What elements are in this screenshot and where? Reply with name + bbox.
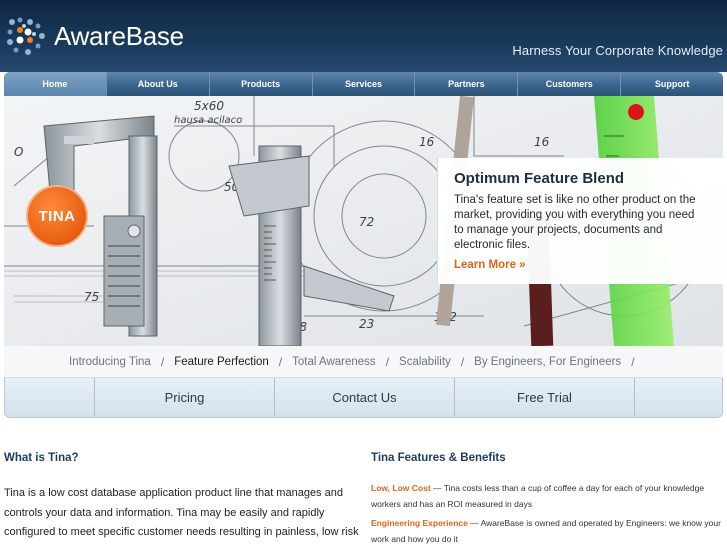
logo[interactable]: AwareBase <box>4 14 184 58</box>
benefit-label: Engineering Experience <box>371 518 468 528</box>
nav-about-us[interactable]: About Us <box>107 72 210 96</box>
sketch-label: hausa acilaco <box>174 115 242 126</box>
tina-badge: TINA <box>26 185 88 247</box>
section-body: Low, Low Cost — Tina costs less than a c… <box>371 480 721 545</box>
subnav-separator: / <box>385 354 390 369</box>
subnav-separator: / <box>460 354 465 369</box>
section-body: Tina is a low cost database application … <box>4 487 359 538</box>
site-header: AwareBase Harness Your Corporate Knowled… <box>0 0 727 72</box>
subnav-separator: / <box>631 354 635 369</box>
pricing-button[interactable]: Pricing <box>95 378 275 417</box>
what-is-tina-section: What is Tina? Tina is a low cost databas… <box>4 452 359 543</box>
section-heading: What is Tina? <box>4 452 79 464</box>
contact-us-button[interactable]: Contact Us <box>275 378 455 417</box>
subnav-total-awareness[interactable]: Total Awareness <box>292 356 376 368</box>
main-nav: Home About Us Products Services Partners… <box>4 72 723 96</box>
learn-more-link[interactable]: Learn More » <box>454 259 705 271</box>
subnav-introducing-tina[interactable]: Introducing Tina <box>69 356 151 368</box>
hero-banner: 5x60 hausa acilaco 50 16 16 72 75 25 162… <box>4 96 723 346</box>
benefit-item: Low, Low Cost — Tina costs less than a c… <box>371 480 721 512</box>
benefit-label: Low, Low Cost <box>371 483 431 493</box>
tagline: Harness Your Corporate Knowledge <box>512 43 723 58</box>
nav-partners[interactable]: Partners <box>415 72 519 96</box>
nav-customers[interactable]: Customers <box>518 72 622 96</box>
sketch-label: 23 <box>359 317 374 331</box>
nav-home[interactable]: Home <box>4 72 107 96</box>
benefit-item: Engineering Experience — AwareBase is ow… <box>371 515 721 545</box>
logo-text: AwareBase <box>54 20 184 51</box>
logo-dots-icon <box>7 17 45 55</box>
subnav-separator: / <box>278 354 283 369</box>
sketch-label: 16 <box>419 135 435 149</box>
subnav-feature-perfection[interactable]: Feature Perfection <box>174 356 269 368</box>
nav-products[interactable]: Products <box>210 72 313 96</box>
sketch-label: 72 <box>359 215 374 229</box>
feature-description: Tina's feature set is like no other prod… <box>454 194 696 251</box>
subnav-separator: / <box>160 354 165 369</box>
features-benefits-section: Tina Features & Benefits Low, Low Cost —… <box>371 452 721 545</box>
cta-spacer <box>5 378 95 417</box>
sketch-label: O <box>14 145 23 159</box>
nav-support[interactable]: Support <box>621 72 723 96</box>
feature-callout: Optimum Feature Blend Tina's feature set… <box>437 158 723 284</box>
cta-bar: Pricing Contact Us Free Trial <box>4 378 723 418</box>
free-trial-button[interactable]: Free Trial <box>455 378 635 417</box>
section-heading: Tina Features & Benefits <box>371 452 506 464</box>
feature-subnav: Introducing Tina / Feature Perfection / … <box>4 346 723 378</box>
cta-spacer <box>635 378 722 417</box>
sketch-label: 5x60 <box>194 99 224 113</box>
subnav-scalability[interactable]: Scalability <box>399 356 451 368</box>
sketch-label: 16 <box>534 135 550 149</box>
sketch-label: 75 <box>84 290 99 304</box>
feature-title: Optimum Feature Blend <box>454 170 625 187</box>
subnav-by-engineers[interactable]: By Engineers, For Engineers <box>474 356 621 368</box>
nav-services[interactable]: Services <box>313 72 416 96</box>
